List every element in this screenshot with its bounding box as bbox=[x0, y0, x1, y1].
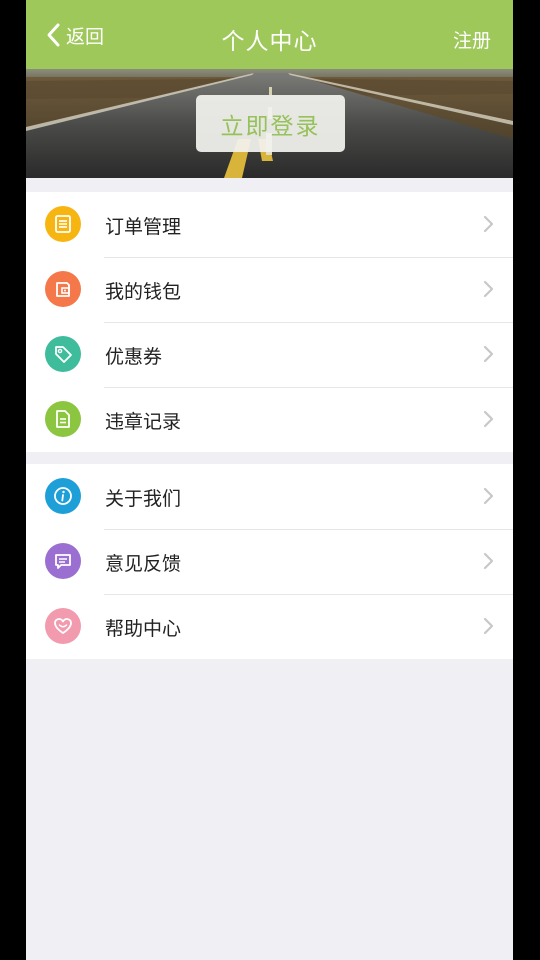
register-button[interactable]: 注册 bbox=[453, 26, 491, 53]
menu-item-label: 违章记录 bbox=[105, 411, 182, 433]
menu-group-account: 订单管理 我的钱包 优惠券 违章记录 bbox=[26, 192, 513, 452]
menu-item-order-management[interactable]: 订单管理 bbox=[26, 192, 513, 257]
page-title: 个人中心 bbox=[221, 29, 318, 55]
menu-item-my-wallet[interactable]: 我的钱包 bbox=[26, 257, 513, 322]
menu-item-help-center[interactable]: 帮助中心 bbox=[26, 594, 513, 659]
chevron-right-icon bbox=[483, 410, 494, 428]
menu-item-label: 关于我们 bbox=[105, 488, 182, 510]
menu-item-about-us[interactable]: 关于我们 bbox=[26, 464, 513, 529]
feedback-message-icon bbox=[45, 543, 81, 579]
menu-group-support: 关于我们 意见反馈 帮助中心 bbox=[26, 464, 513, 659]
login-button[interactable]: 立即登录 bbox=[196, 95, 345, 152]
menu-item-label: 优惠券 bbox=[105, 346, 163, 368]
menu-item-label: 我的钱包 bbox=[105, 281, 182, 303]
profile-banner: 立即登录 bbox=[26, 69, 513, 178]
coupon-tag-icon bbox=[45, 336, 81, 372]
menu-item-label: 订单管理 bbox=[105, 216, 182, 238]
app-screen: 返回 个人中心 注册 立即登录 订单管理 我的钱包 优惠券 违章记录 关于我们 … bbox=[26, 0, 513, 960]
menu-item-label: 意见反馈 bbox=[105, 553, 182, 575]
menu-item-violation-records[interactable]: 违章记录 bbox=[26, 387, 513, 452]
wallet-icon bbox=[45, 271, 81, 307]
chevron-right-icon bbox=[483, 280, 494, 298]
navigation-bar: 返回 个人中心 注册 bbox=[26, 0, 513, 69]
chevron-right-icon bbox=[483, 215, 494, 233]
menu-item-feedback[interactable]: 意见反馈 bbox=[26, 529, 513, 594]
menu-item-coupons[interactable]: 优惠券 bbox=[26, 322, 513, 387]
chevron-right-icon bbox=[483, 617, 494, 635]
chevron-right-icon bbox=[483, 487, 494, 505]
violation-document-icon bbox=[45, 401, 81, 437]
help-heart-icon bbox=[45, 608, 81, 644]
info-icon bbox=[45, 478, 81, 514]
chevron-right-icon bbox=[483, 345, 494, 363]
order-list-icon bbox=[45, 206, 81, 242]
chevron-right-icon bbox=[483, 552, 494, 570]
menu-item-label: 帮助中心 bbox=[105, 618, 182, 640]
